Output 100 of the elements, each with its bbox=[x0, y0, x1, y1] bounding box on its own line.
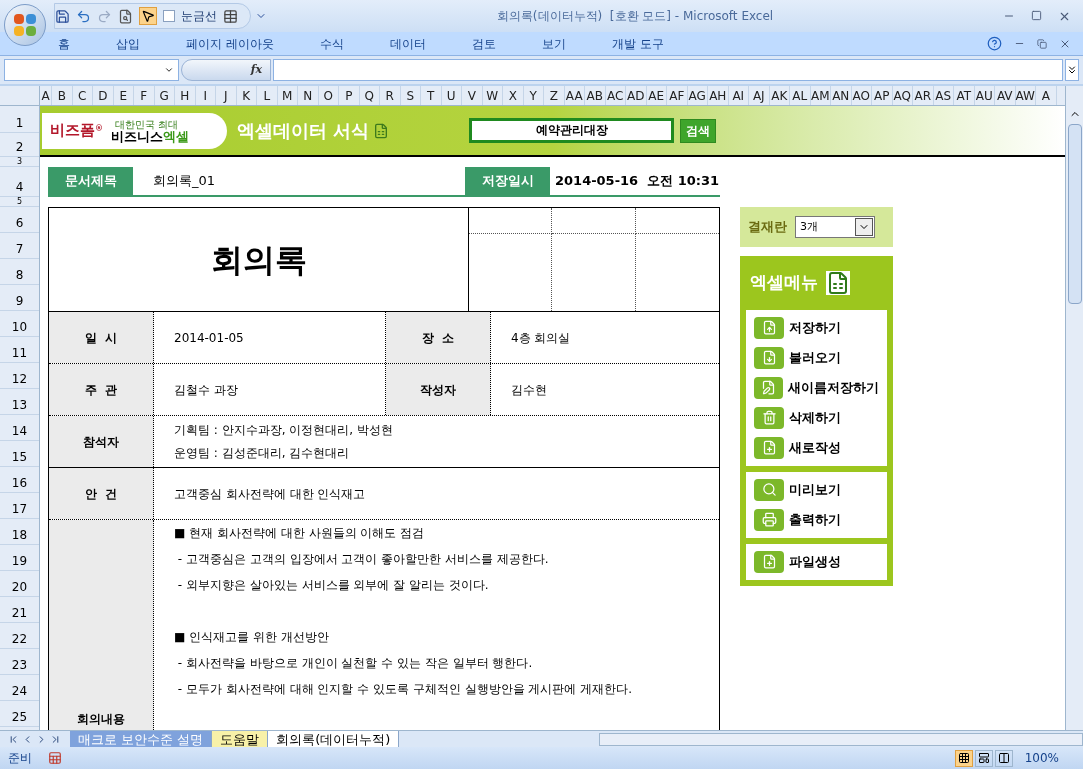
menu-item[interactable]: 삭제하기 bbox=[754, 402, 879, 433]
column-header[interactable]: I bbox=[195, 86, 216, 105]
column-header[interactable]: A bbox=[40, 86, 52, 105]
column-header[interactable]: N bbox=[298, 86, 319, 105]
row-header[interactable]: 8 bbox=[15, 268, 24, 282]
ribbon-tab[interactable]: 홈 bbox=[58, 34, 70, 53]
row-header[interactable]: 10 bbox=[11, 320, 28, 334]
column-header[interactable]: AV bbox=[995, 86, 1016, 105]
column-header[interactable]: AU bbox=[974, 86, 995, 105]
horizontal-scrollbar[interactable] bbox=[599, 732, 1083, 746]
menu-item[interactable]: 새로작성 bbox=[754, 432, 879, 463]
menu-item[interactable]: 새이름저장하기 bbox=[754, 372, 879, 403]
row-header[interactable]: 17 bbox=[11, 502, 28, 516]
column-header[interactable]: X bbox=[503, 86, 524, 105]
formula-input[interactable] bbox=[273, 59, 1063, 81]
column-header[interactable]: H bbox=[175, 86, 196, 105]
ribbon-tab[interactable]: 페이지 레이아웃 bbox=[186, 34, 274, 53]
column-header[interactable]: B bbox=[52, 86, 73, 105]
column-header[interactable]: AI bbox=[728, 86, 749, 105]
ribbon-tab[interactable]: 개발 도구 bbox=[611, 34, 664, 53]
column-header[interactable]: Y bbox=[523, 86, 544, 105]
help-icon[interactable] bbox=[987, 36, 1002, 51]
print-preview-icon[interactable] bbox=[118, 8, 133, 24]
column-header[interactable]: AK bbox=[769, 86, 790, 105]
gridlines-checkbox[interactable] bbox=[163, 10, 175, 22]
table-icon[interactable] bbox=[223, 8, 238, 24]
row-header[interactable]: 24 bbox=[11, 684, 28, 698]
approval-select[interactable]: 3개 bbox=[795, 216, 875, 238]
last-sheet-icon[interactable] bbox=[50, 733, 61, 745]
column-header[interactable]: F bbox=[134, 86, 155, 105]
ribbon-tab[interactable]: 검토 bbox=[471, 34, 496, 53]
column-header[interactable]: A bbox=[1036, 86, 1057, 105]
scroll-thumb[interactable] bbox=[1067, 124, 1082, 304]
column-header[interactable]: AC bbox=[605, 86, 626, 105]
row-header[interactable]: 25 bbox=[11, 710, 28, 724]
column-header[interactable]: S bbox=[400, 86, 421, 105]
column-header[interactable]: AQ bbox=[892, 86, 913, 105]
redo-icon[interactable] bbox=[97, 8, 112, 24]
sheet-tab[interactable]: 회의록(데이터누적) bbox=[268, 730, 400, 748]
search-field[interactable]: 예약관리대장 bbox=[469, 118, 675, 143]
undo-icon[interactable] bbox=[76, 8, 91, 24]
row-header[interactable]: 3 bbox=[16, 157, 23, 166]
function-button[interactable]: fx bbox=[181, 59, 271, 81]
column-header[interactable]: R bbox=[380, 86, 401, 105]
column-header[interactable]: AH bbox=[708, 86, 729, 105]
first-sheet-icon[interactable] bbox=[8, 733, 19, 745]
column-header[interactable]: Z bbox=[544, 86, 565, 105]
row-header[interactable]: 12 bbox=[11, 372, 28, 386]
column-header[interactable]: AE bbox=[646, 86, 667, 105]
column-header[interactable]: U bbox=[441, 86, 462, 105]
menu-item[interactable]: 불러오기 bbox=[754, 342, 879, 373]
row-header[interactable]: 21 bbox=[11, 606, 28, 620]
row-header[interactable]: 11 bbox=[11, 346, 28, 360]
column-header[interactable]: AT bbox=[954, 86, 975, 105]
view-button[interactable] bbox=[954, 749, 973, 767]
column-header[interactable]: AW bbox=[1015, 86, 1036, 105]
ribbon-tab[interactable]: 데이터 bbox=[389, 34, 426, 53]
column-header[interactable]: AR bbox=[913, 86, 934, 105]
expand-icon[interactable] bbox=[1065, 59, 1079, 81]
menu-item[interactable]: 출력하기 bbox=[754, 504, 879, 535]
maximize-icon[interactable] bbox=[1031, 9, 1042, 21]
column-header[interactable]: E bbox=[113, 86, 134, 105]
column-header[interactable]: J bbox=[216, 86, 237, 105]
column-header[interactable]: AF bbox=[667, 86, 688, 105]
row-header[interactable]: 4 bbox=[15, 180, 24, 194]
row-header[interactable]: 15 bbox=[11, 450, 28, 464]
column-header[interactable]: AB bbox=[585, 86, 606, 105]
column-header[interactable]: AM bbox=[810, 86, 831, 105]
view-button[interactable] bbox=[994, 749, 1013, 767]
row-header[interactable]: 9 bbox=[15, 294, 24, 308]
row-header[interactable]: 5 bbox=[16, 197, 23, 206]
row-header[interactable]: 14 bbox=[11, 424, 28, 438]
column-header[interactable]: M bbox=[277, 86, 298, 105]
column-header[interactable]: AP bbox=[872, 86, 893, 105]
name-box[interactable] bbox=[4, 59, 179, 81]
row-header[interactable]: 13 bbox=[11, 398, 28, 412]
column-header[interactable]: Q bbox=[359, 86, 380, 105]
column-header[interactable]: AJ bbox=[749, 86, 770, 105]
ribbon-tab[interactable]: 삽입 bbox=[116, 34, 140, 53]
column-header[interactable]: T bbox=[421, 86, 442, 105]
column-header[interactable]: AL bbox=[790, 86, 811, 105]
column-header[interactable]: L bbox=[257, 86, 278, 105]
view-button[interactable] bbox=[974, 749, 993, 767]
ribbon-tab[interactable]: 보기 bbox=[541, 34, 566, 53]
column-header[interactable]: V bbox=[462, 86, 483, 105]
pointer-button[interactable] bbox=[139, 7, 157, 25]
row-header[interactable]: 22 bbox=[11, 632, 28, 646]
restore-icon[interactable] bbox=[1037, 38, 1047, 49]
row-header[interactable]: 16 bbox=[11, 476, 28, 490]
row-header[interactable]: 20 bbox=[11, 580, 28, 594]
column-header[interactable]: AG bbox=[687, 86, 708, 105]
menu-item[interactable]: 저장하기 bbox=[754, 312, 879, 343]
column-header[interactable]: AD bbox=[626, 86, 647, 105]
column-header[interactable]: G bbox=[154, 86, 175, 105]
row-header[interactable]: 2 bbox=[15, 140, 24, 154]
column-header[interactable]: AS bbox=[933, 86, 954, 105]
office-button[interactable] bbox=[4, 4, 46, 46]
sheet-tab[interactable]: 도움말 bbox=[212, 730, 269, 748]
menu-item[interactable]: 미리보기 bbox=[754, 474, 879, 505]
column-header[interactable]: K bbox=[236, 86, 257, 105]
